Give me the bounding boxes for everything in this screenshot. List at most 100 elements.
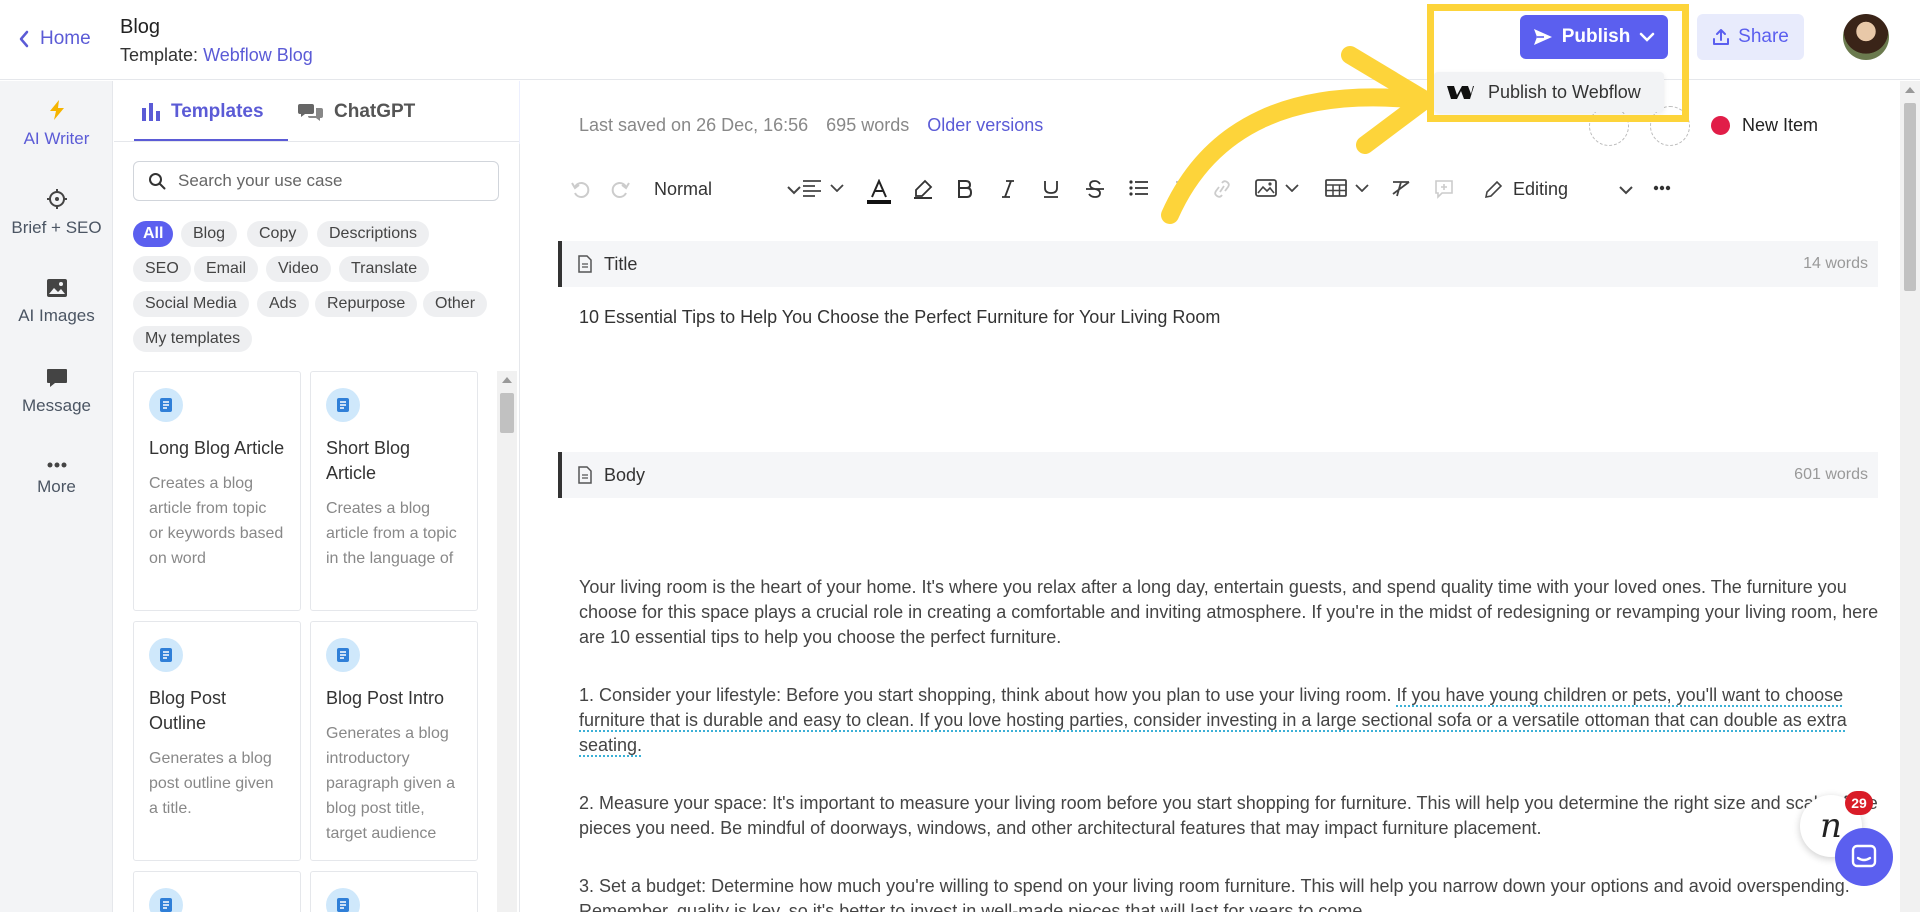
title-text[interactable]: 10 Essential Tips to Help You Choose the… <box>579 307 1220 328</box>
bold-icon <box>958 180 973 198</box>
document-icon <box>149 888 183 912</box>
italic-button[interactable] <box>1000 179 1016 199</box>
chip-blog[interactable]: Blog <box>181 221 238 247</box>
undo-icon <box>571 182 590 198</box>
image-insert-button[interactable] <box>1255 179 1299 197</box>
older-versions-link[interactable]: Older versions <box>927 115 1043 136</box>
tab-chatgpt-label: ChatGPT <box>334 101 416 122</box>
rail-item-brief-seo[interactable]: Brief + SEO <box>0 188 113 238</box>
chip-other[interactable]: Other <box>423 291 488 317</box>
scroll-thumb[interactable] <box>1904 103 1916 291</box>
scroll-up-arrow[interactable] <box>502 377 512 383</box>
scroll-up-arrow[interactable] <box>1905 87 1915 93</box>
chip-my-templates[interactable]: My templates <box>133 326 253 352</box>
chip-seo[interactable]: SEO <box>133 256 191 282</box>
home-label: Home <box>40 28 91 49</box>
more-dots-icon <box>47 462 66 468</box>
publish-button[interactable]: Publish <box>1520 15 1668 59</box>
search-box[interactable] <box>133 161 499 201</box>
action-circle-button[interactable] <box>1589 106 1629 146</box>
align-button[interactable] <box>802 179 844 197</box>
document-icon <box>149 638 183 672</box>
publish-to-webflow-menu-item[interactable]: Publish to Webflow <box>1434 72 1664 112</box>
template-link[interactable]: Webflow Blog <box>203 45 313 65</box>
template-card-short-blog-article[interactable]: Short Blog Article Creates a blog articl… <box>310 371 478 611</box>
link-button[interactable] <box>1211 179 1233 199</box>
table-insert-button[interactable] <box>1325 179 1369 197</box>
tab-templates[interactable]: Templates <box>141 101 264 123</box>
font-color-icon <box>867 179 891 204</box>
body-paragraph[interactable]: 2. Measure your space: It's important to… <box>579 791 1879 841</box>
new-item-status[interactable]: New Item <box>1711 115 1818 136</box>
undo-button[interactable] <box>570 179 590 199</box>
comment-button[interactable] <box>1434 179 1454 199</box>
body-paragraph[interactable]: 3. Set a budget: Determine how much you'… <box>579 874 1879 912</box>
panel-scrollbar[interactable] <box>497 371 517 912</box>
link-icon <box>1214 180 1230 198</box>
chip-social-media[interactable]: Social Media <box>133 291 249 317</box>
upload-icon <box>1713 29 1730 45</box>
card-description: Creates a blog article from topic or key… <box>149 475 284 567</box>
document-icon <box>326 638 360 672</box>
chat-launcher-button[interactable] <box>1835 828 1893 886</box>
text-color-button[interactable] <box>867 179 891 205</box>
bold-button[interactable] <box>956 179 974 199</box>
table-icon <box>1325 179 1347 197</box>
template-line: Template: Webflow Blog <box>120 45 313 66</box>
rail-label-ai-writer: AI Writer <box>23 129 90 148</box>
title-section-label: Title <box>604 253 638 274</box>
rail-item-more[interactable]: More <box>0 461 113 497</box>
editor: Last saved on 26 Dec, 16:56 695 words Ol… <box>520 81 1900 912</box>
template-card-blog-post-outline[interactable]: Blog Post Outline Generates a blog post … <box>133 621 301 861</box>
search-input[interactable] <box>178 171 478 191</box>
body-paragraph[interactable]: Your living room is the heart of your ho… <box>579 575 1879 650</box>
assistant-letter: n <box>1820 806 1842 846</box>
rail-item-message[interactable]: Message <box>0 368 113 416</box>
templates-panel: Templates ChatGPT All Blog Copy Descript… <box>114 81 519 912</box>
chip-descriptions[interactable]: Descriptions <box>317 221 430 247</box>
template-card-blog-post-intro[interactable]: Blog Post Intro Generates a blog introdu… <box>310 621 478 861</box>
chip-all[interactable]: All <box>133 221 174 247</box>
body-paragraph[interactable]: 1. Consider your lifestyle: Before you s… <box>579 683 1879 758</box>
mode-select[interactable]: Editing <box>1483 179 1634 200</box>
chip-repurpose[interactable]: Repurpose <box>315 291 418 317</box>
action-circle-button[interactable] <box>1650 106 1690 146</box>
underline-button[interactable] <box>1042 179 1060 199</box>
template-card-partial[interactable] <box>133 871 301 912</box>
webflow-logo-icon <box>1447 86 1474 99</box>
redo-button[interactable] <box>611 179 631 199</box>
clear-format-button[interactable] <box>1390 179 1412 199</box>
numbered-list-button[interactable] <box>1170 179 1190 197</box>
tab-chatgpt[interactable]: ChatGPT <box>298 101 415 123</box>
chat-bubbles-icon <box>298 104 323 121</box>
chip-email[interactable]: Email <box>194 256 259 282</box>
home-link[interactable]: Home <box>18 28 91 50</box>
highlight-button[interactable] <box>913 179 933 199</box>
chip-ads[interactable]: Ads <box>257 291 309 317</box>
bullet-list-icon <box>1129 180 1148 196</box>
rail-item-ai-images[interactable]: AI Images <box>0 278 113 326</box>
publish-to-webflow-label: Publish to Webflow <box>1488 81 1641 102</box>
document-icon <box>149 388 183 422</box>
bullet-list-button[interactable] <box>1129 179 1149 197</box>
chip-translate[interactable]: Translate <box>339 256 430 282</box>
scroll-thumb[interactable] <box>500 393 514 433</box>
page-scrollbar[interactable] <box>1900 81 1920 912</box>
title-section-header: Title 14 words <box>558 241 1878 287</box>
more-horizontal-icon <box>1653 185 1671 191</box>
document-icon <box>578 466 592 484</box>
chip-video[interactable]: Video <box>266 256 331 282</box>
strikethrough-button[interactable] <box>1085 179 1105 199</box>
text-style-select[interactable]: Normal <box>654 179 802 200</box>
share-button[interactable]: Share <box>1697 14 1804 60</box>
card-title: Short Blog Article <box>326 438 411 483</box>
document-icon <box>326 388 360 422</box>
card-title: Blog Post Outline <box>149 688 227 733</box>
more-options-button[interactable] <box>1653 185 1671 191</box>
avatar[interactable] <box>1843 14 1889 60</box>
template-card-long-blog-article[interactable]: Long Blog Article Creates a blog article… <box>133 371 301 611</box>
image-icon <box>46 279 67 297</box>
chip-copy[interactable]: Copy <box>247 221 309 247</box>
template-card-partial[interactable] <box>310 871 478 912</box>
rail-item-ai-writer[interactable]: AI Writer <box>0 99 113 149</box>
